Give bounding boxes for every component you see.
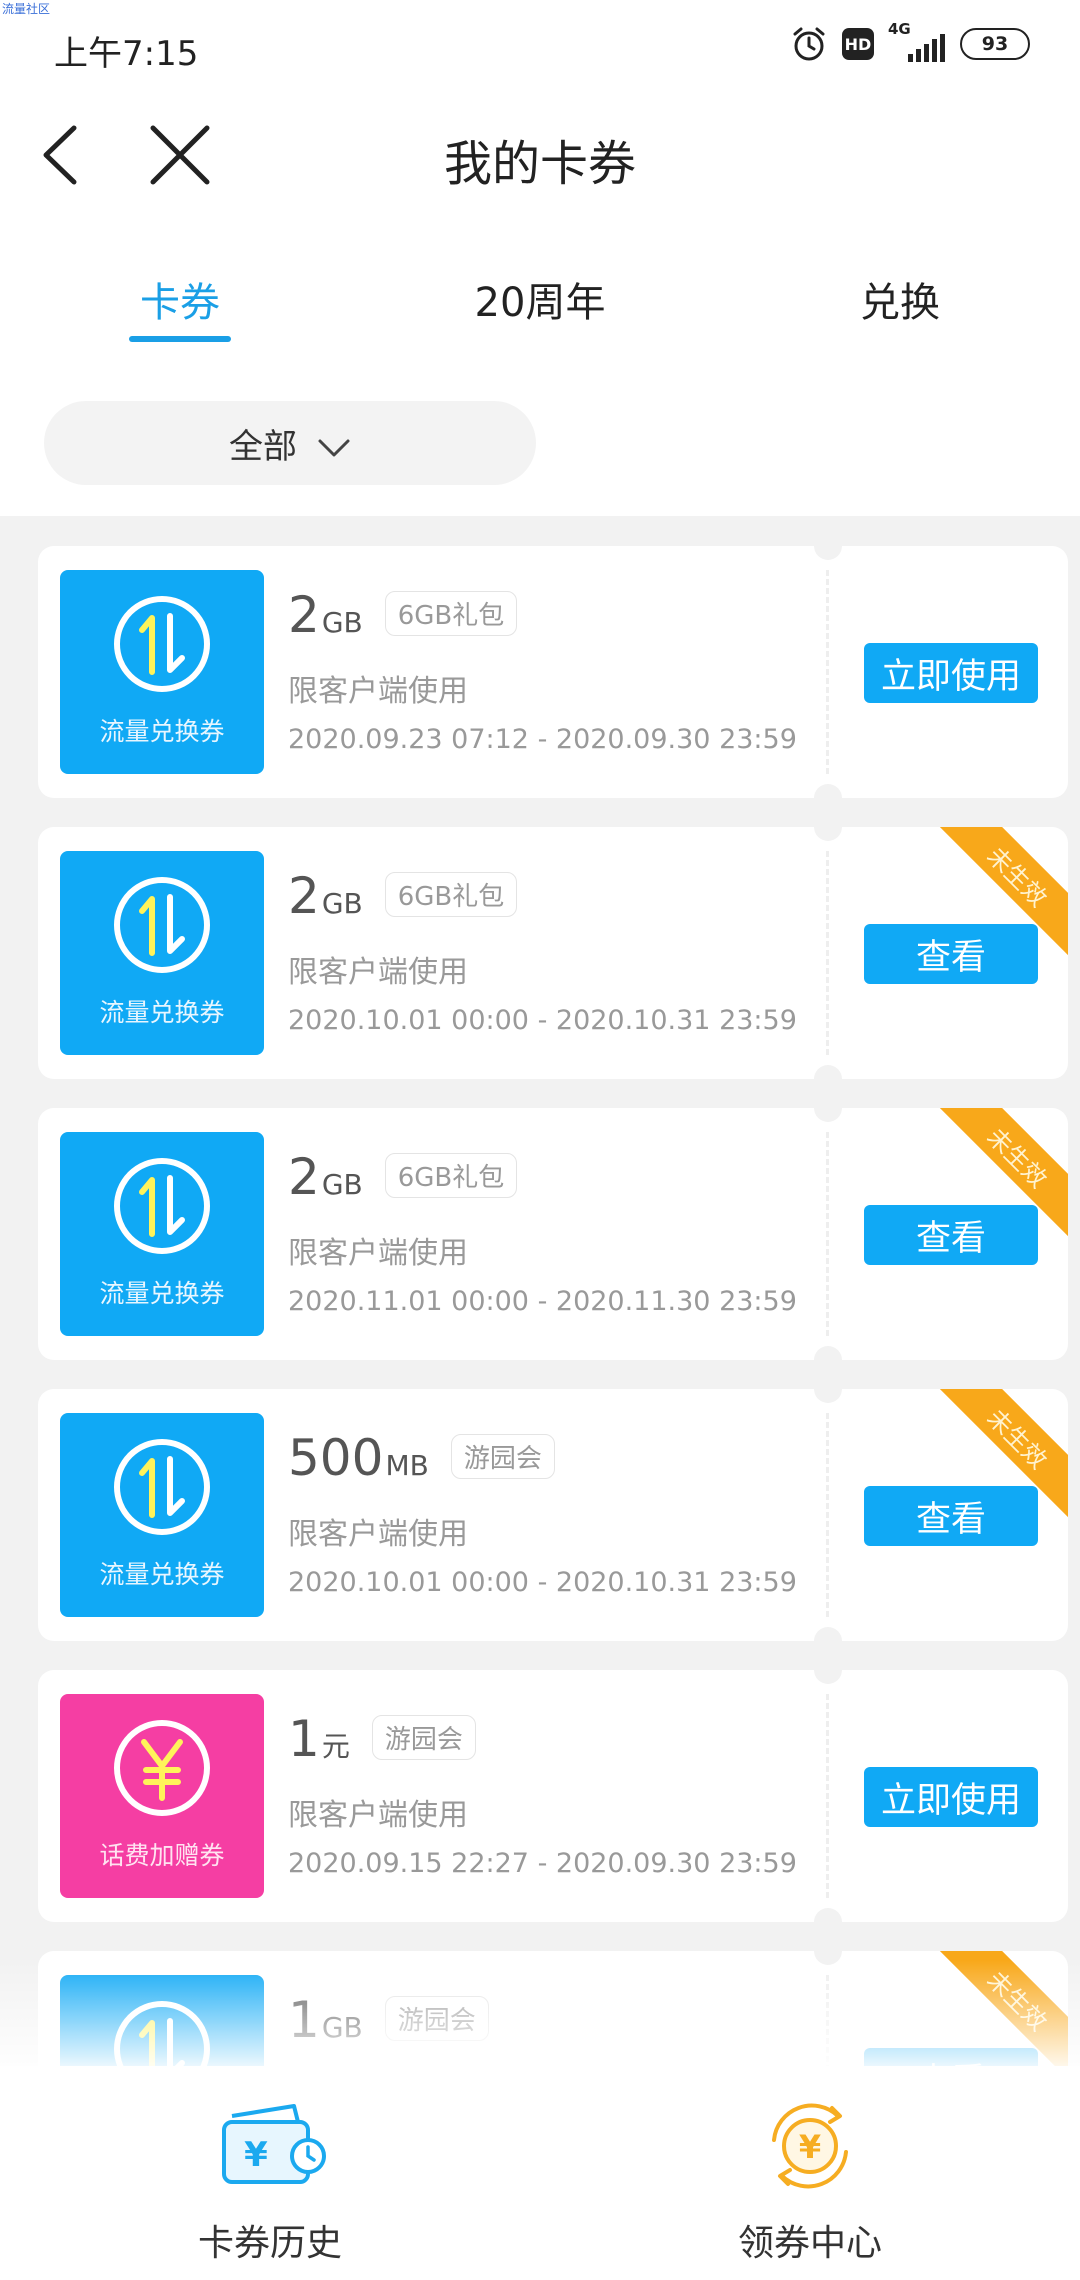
coupon-card[interactable]: 流量兑换券 2 GB 6GB礼包限客户端使用 2020.11.01 00:00 - 20…: [38, 1108, 1068, 1360]
package-tag: 游园会: [371, 1715, 476, 1760]
coupon-type-label: 流量兑换券: [99, 1279, 225, 1308]
amount-unit: 元: [321, 1730, 350, 1763]
coupon-type-badge: 流量兑换券: [60, 570, 264, 774]
amount-value: 500: [288, 1429, 384, 1487]
coupon-validity: 2020.11.01 00:00 - 2020.11.30 23:59: [288, 1286, 797, 1317]
coupon-type-label: 话费加赠券: [99, 1841, 225, 1870]
coupon-type-label: 流量兑换券: [99, 717, 225, 746]
view-button[interactable]: 查看: [864, 1205, 1038, 1265]
card-divider: [826, 1694, 829, 1898]
status-bar: 上午7:15 HD 4G 93: [0, 0, 1080, 90]
card-notch: [814, 1908, 842, 1922]
bottom-nav: ¥ 卡券历史 ¥ 领券中心: [0, 2066, 1080, 2280]
nav-label: 领券中心: [737, 2223, 882, 2264]
tab-coupons[interactable]: 卡券: [80, 270, 280, 328]
coupon-type-badge: 话费加赠券: [60, 1694, 264, 1898]
coupon-type-label: 流量兑换券: [99, 998, 225, 1027]
coupon-type-badge: 流量兑换券: [60, 851, 264, 1055]
card-divider: [826, 851, 829, 1055]
battery-icon: 93: [960, 28, 1030, 60]
data-exchange-icon: [114, 1439, 210, 1535]
amount-unit: GB: [321, 887, 363, 920]
data-exchange-icon: [114, 596, 210, 692]
tab-active-indicator: [129, 336, 231, 342]
card-notch: [814, 1108, 842, 1122]
wallet-history-icon: ¥: [222, 2104, 326, 2184]
coupon-type-badge: 流量兑换券: [60, 1413, 264, 1617]
coupon-restriction: 限客户端使用: [288, 1798, 468, 1833]
coupon-amount: 2 GB 6GB礼包: [288, 1148, 518, 1206]
tab-20th-anniversary[interactable]: 20周年: [440, 270, 640, 328]
nav-coupon-center[interactable]: ¥ 领券中心: [540, 2066, 1080, 2280]
filter-selected-label: 全部: [229, 426, 297, 467]
card-notch: [814, 1065, 842, 1079]
card-notch: [814, 1627, 842, 1641]
package-tag: 6GB礼包: [384, 591, 518, 636]
status-time: 上午7:15: [54, 34, 199, 74]
card-notch: [814, 1346, 842, 1360]
coupon-amount: 1 元游园会: [288, 1710, 476, 1768]
nav-coupon-history[interactable]: ¥ 卡券历史: [0, 2066, 540, 2280]
filter-dropdown[interactable]: 全部: [44, 401, 536, 485]
card-divider: [826, 570, 829, 774]
yuan-icon: [114, 1720, 210, 1816]
card-notch: [814, 546, 842, 560]
view-button[interactable]: 查看: [864, 924, 1038, 984]
svg-text:¥: ¥: [244, 2135, 268, 2175]
signal-indicator: 4G: [888, 20, 946, 64]
coupon-restriction: 限客户端使用: [288, 1517, 468, 1552]
amount-value: 2: [288, 867, 320, 925]
card-divider: [826, 1132, 829, 1336]
coupon-center-icon: ¥: [772, 2103, 848, 2189]
card-notch: [814, 827, 842, 841]
hd-badge: HD: [842, 28, 874, 60]
svg-text:¥: ¥: [799, 2128, 821, 2166]
coupon-restriction: 限客户端使用: [288, 955, 468, 990]
data-exchange-icon: [114, 1158, 210, 1254]
nav-label: 卡券历史: [197, 2223, 342, 2264]
coupon-validity: 2020.09.23 07:12 - 2020.09.30 23:59: [288, 724, 797, 755]
coupon-amount: 2 GB 6GB礼包: [288, 867, 518, 925]
coupon-card[interactable]: 流量兑换券 2 GB 6GB礼包限客户端使用 2020.10.01 00:00 - 20…: [38, 827, 1068, 1079]
tab-bar: 卡券 20周年 兑换: [0, 230, 1080, 350]
chevron-down-icon: [318, 439, 350, 457]
amount-unit: GB: [321, 606, 363, 639]
package-tag: 6GB礼包: [384, 1153, 518, 1198]
card-notch: [814, 1670, 842, 1684]
signal-icon: [908, 34, 945, 62]
amount-value: 2: [288, 586, 320, 644]
coupon-type-badge: 流量兑换券: [60, 1132, 264, 1336]
coupon-restriction: 限客户端使用: [288, 1236, 468, 1271]
use-now-button[interactable]: 立即使用: [864, 1767, 1038, 1827]
card-notch: [814, 784, 842, 798]
use-now-button[interactable]: 立即使用: [864, 643, 1038, 703]
amount-unit: MB: [385, 1449, 429, 1482]
card-notch: [814, 1389, 842, 1403]
tab-redeem[interactable]: 兑换: [800, 270, 1000, 328]
coupon-amount: 500 MB 游园会: [288, 1429, 555, 1487]
coupon-list[interactable]: 流量兑换券 2 GB 6GB礼包 限客户端使用 2020.09.23 07:12 - 20…: [0, 516, 1080, 2066]
coupon-type-label: 流量兑换券: [99, 1560, 225, 1589]
coupon-card[interactable]: 流量兑换券 2 GB 6GB礼包限客户端使用 2020.09.23 07:12 - 20…: [38, 546, 1068, 798]
card-divider: [826, 1413, 829, 1617]
page-title: 我的卡券: [443, 136, 636, 192]
coupon-card[interactable]: 流量兑换券 500 MB 游园会限客户端使用 2020.10.01 00:00 - 20…: [38, 1389, 1068, 1641]
view-button[interactable]: 查看: [864, 1486, 1038, 1546]
amount-value: 2: [288, 1148, 320, 1206]
coupon-validity: 2020.10.01 00:00 - 2020.10.31 23:59: [288, 1005, 797, 1036]
header: 我的卡券: [0, 90, 1080, 220]
status-icons: HD 4G 93: [790, 20, 1030, 64]
list-fade-overlay: [0, 1960, 1080, 2070]
coupon-restriction: 限客户端使用: [288, 674, 468, 709]
coupon-validity: 2020.10.01 00:00 - 2020.10.31 23:59: [288, 1567, 797, 1598]
amount-unit: GB: [321, 1168, 363, 1201]
alarm-icon: [793, 27, 825, 61]
coupon-validity: 2020.09.15 22:27 - 2020.09.30 23:59: [288, 1848, 797, 1879]
coupon-amount: 2 GB 6GB礼包: [288, 586, 518, 644]
data-exchange-icon: [114, 877, 210, 973]
package-tag: 6GB礼包: [384, 872, 518, 917]
amount-value: 1: [288, 1710, 320, 1768]
coupon-card[interactable]: 话费加赠券 1 元游园会限客户端使用 2020.09.15 22:27 - 2020.…: [38, 1670, 1068, 1922]
package-tag: 游园会: [450, 1434, 555, 1479]
